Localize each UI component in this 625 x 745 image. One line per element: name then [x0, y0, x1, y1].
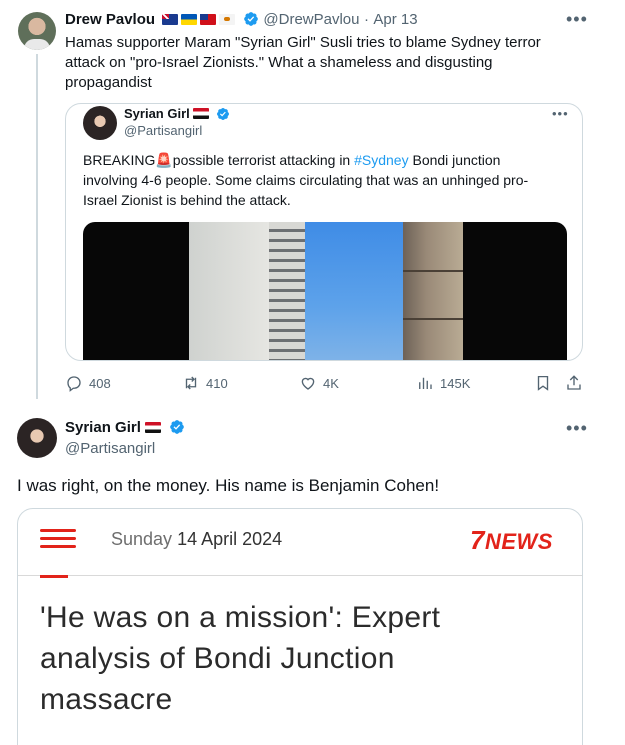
tweet1-text-line: Hamas supporter Maram "Syrian Girl" Susl…: [65, 34, 541, 51]
tweet1-more-icon[interactable]: •••: [566, 10, 588, 28]
heart-icon: [301, 377, 315, 390]
cyprus-flag-icon: [219, 14, 236, 25]
repost-count: 410: [206, 375, 228, 391]
thread-connector-line: [36, 54, 38, 399]
bookmark-button[interactable]: [534, 374, 558, 392]
news-date: Sunday 14 April 2024: [111, 529, 282, 550]
drew-pavlou-avatar[interactable]: [18, 12, 56, 50]
quoted-tweet-card[interactable]: Syrian Girl @Partisangirl ••• BREAKING🚨p…: [65, 103, 583, 361]
seven-news-logo: 7NEWS: [470, 525, 553, 556]
ukraine-flag-icon: [181, 14, 198, 25]
reply-button[interactable]: 408: [65, 374, 111, 392]
reply-count: 408: [89, 375, 111, 391]
quote-text-segment: Bondi junction: [408, 152, 501, 168]
quote-handle: @Partisangirl: [124, 123, 203, 138]
tweet1-handle[interactable]: @DrewPavlou: [263, 11, 359, 28]
syria-flag-icon: [145, 422, 162, 433]
tweet1-author-name[interactable]: Drew Pavlou: [65, 11, 155, 28]
news-article-image[interactable]: Sunday 14 April 2024 7NEWS 'He was on a …: [17, 508, 583, 745]
tweet2-author-name[interactable]: Syrian Girl: [65, 419, 141, 436]
australia-flag-icon: [162, 14, 179, 25]
reply-icon: [67, 376, 81, 392]
views-count: 145K: [440, 375, 471, 391]
news-divider: [18, 575, 582, 576]
like-button[interactable]: 4K: [299, 374, 339, 392]
news-headline-line: analysis of Bondi Junction: [40, 642, 395, 675]
news-date-full: 14 April 2024: [177, 529, 283, 549]
syrian-girl-avatar[interactable]: [17, 418, 57, 458]
share-icon: [567, 375, 581, 390]
tweet1-separator: ·: [363, 11, 369, 28]
news-accent-bar: [40, 575, 68, 578]
quote-text-segment: possible terrorist attacking in: [172, 152, 355, 168]
quote-text-prefix: BREAKING: [83, 152, 156, 168]
verified-badge-icon[interactable]: [243, 11, 259, 27]
quote-text-line: Israel Zionist is behind the attack.: [83, 192, 291, 208]
tweet1-text: Hamas supporter Maram "Syrian Girl" Susl…: [65, 33, 585, 93]
taiwan-flag-icon: [200, 14, 217, 25]
logo-seven: 7: [470, 525, 485, 555]
syrian-girl-avatar: [83, 106, 117, 140]
hashtag-link[interactable]: #Sydney: [354, 152, 408, 168]
news-headline-line: massacre: [40, 683, 173, 716]
news-headline: 'He was on a mission': Expert analysis o…: [40, 597, 560, 720]
views-button[interactable]: 145K: [416, 374, 470, 392]
quote-author-row: Syrian Girl: [124, 106, 230, 121]
bookmark-icon: [537, 375, 549, 391]
tweet1-text-line: attack on "pro-Israel Zionists." What a …: [65, 54, 493, 71]
tweet2-header: Syrian Girl: [65, 419, 185, 437]
quote-text-line: involving 4-6 people. Some claims circul…: [83, 172, 529, 188]
tweet2-more-icon[interactable]: •••: [566, 419, 588, 437]
syria-flag-icon: [193, 108, 210, 119]
repost-button[interactable]: 410: [182, 374, 228, 392]
tweet2-handle[interactable]: @Partisangirl: [65, 440, 155, 457]
like-count: 4K: [323, 375, 339, 391]
share-button[interactable]: [565, 374, 589, 392]
tweet2-text: I was right, on the money. His name is B…: [17, 476, 440, 495]
hamburger-menu-icon: [40, 529, 76, 549]
views-chart-icon: [419, 377, 432, 389]
verified-badge-icon: [217, 108, 229, 120]
quote-video-thumbnail[interactable]: [83, 222, 567, 360]
verified-badge-icon[interactable]: [169, 419, 185, 435]
news-headline-line: 'He was on a mission': Expert: [40, 601, 441, 634]
news-date-day: Sunday: [111, 529, 173, 549]
tweet1-text-line: propagandist: [65, 74, 152, 91]
quote-more-icon[interactable]: •••: [552, 107, 569, 120]
repost-icon: [185, 376, 197, 390]
quote-text: BREAKING🚨possible terrorist attacking in…: [83, 150, 573, 210]
tweet1-header: Drew Pavlou @DrewPavlou · Apr 13: [65, 11, 418, 29]
logo-news: NEWS: [484, 529, 553, 554]
quote-author-name: Syrian Girl: [124, 106, 190, 121]
siren-emoji: 🚨: [155, 152, 173, 168]
tweet1-date[interactable]: Apr 13: [373, 11, 417, 28]
